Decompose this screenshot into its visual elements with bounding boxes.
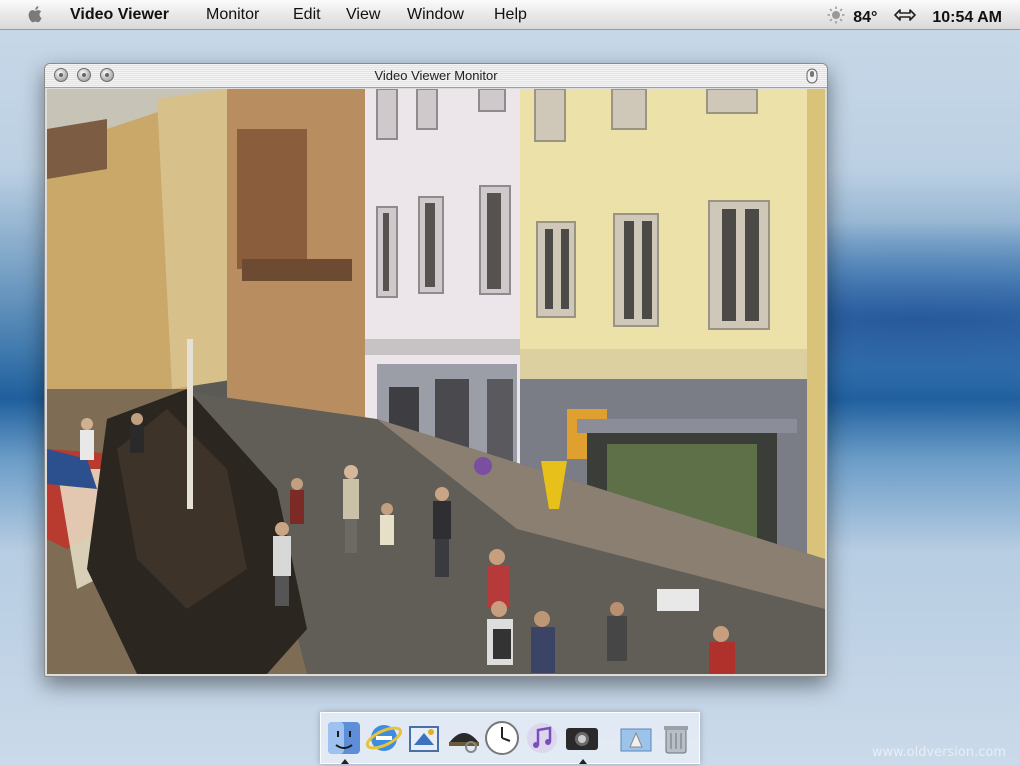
finder-icon[interactable]: [325, 719, 363, 764]
video-viewer-window: Video Viewer Monitor: [44, 63, 828, 677]
temperature-readout[interactable]: 84°: [853, 9, 877, 27]
menu-help[interactable]: Help: [494, 6, 527, 24]
toolbar-toggle-icon[interactable]: [806, 68, 818, 84]
trash-icon[interactable]: [657, 719, 695, 757]
menu-window[interactable]: Window: [407, 6, 464, 24]
mail-icon[interactable]: [405, 719, 443, 757]
menu-edit[interactable]: Edit: [293, 6, 321, 24]
clock-icon[interactable]: [483, 719, 521, 757]
itunes-icon[interactable]: [523, 719, 561, 757]
street-scene-image: [47, 89, 825, 674]
menu-view[interactable]: View: [346, 6, 380, 24]
window-titlebar[interactable]: Video Viewer Monitor: [45, 64, 827, 88]
menu-status-area: 84° 10:54 AM: [827, 6, 1002, 29]
sherlock-icon[interactable]: [445, 719, 483, 757]
menu-monitor[interactable]: Monitor: [206, 6, 259, 24]
running-indicator: [579, 759, 587, 764]
displays-arrows-icon[interactable]: [894, 8, 928, 27]
internet-explorer-icon[interactable]: [365, 719, 403, 757]
menu-app-name[interactable]: Video Viewer: [70, 6, 169, 24]
dock: [320, 712, 700, 764]
running-indicator: [341, 759, 349, 764]
video-viewer-icon[interactable]: [563, 719, 601, 764]
weather-icon[interactable]: [827, 6, 849, 29]
menu-clock[interactable]: 10:54 AM: [932, 9, 1002, 27]
watermark: www.oldversion.com: [871, 745, 1006, 760]
window-title: Video Viewer Monitor: [374, 68, 498, 83]
applications-folder-icon[interactable]: [617, 719, 655, 757]
apple-logo-icon[interactable]: [26, 4, 46, 24]
camera-video-feed: [47, 89, 825, 674]
menu-bar: Video Viewer Monitor Edit View Window He…: [0, 0, 1020, 30]
